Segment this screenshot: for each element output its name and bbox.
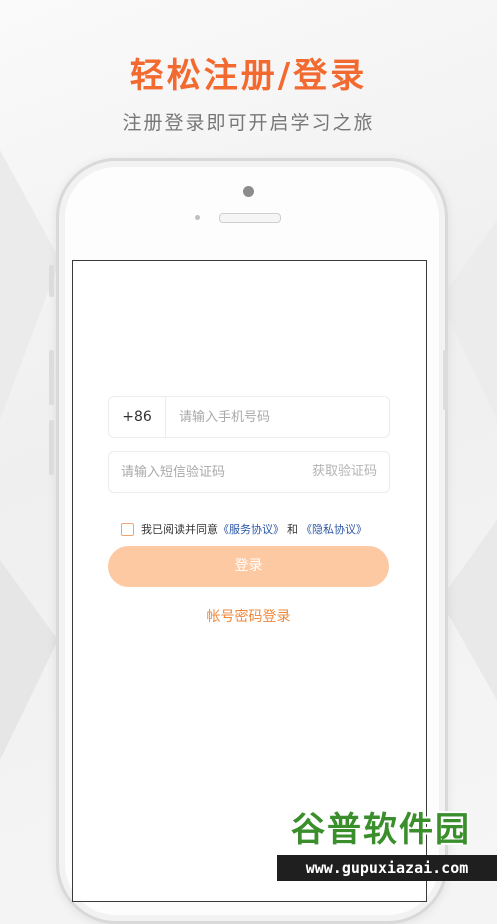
phone-volume-up [49,350,54,405]
get-code-button[interactable]: 获取验证码 [312,452,377,492]
phone-volume-down [49,420,54,475]
phone-power-button [443,350,448,410]
agreement-text: 我已阅读并同意 [141,523,218,536]
watermark-url: www.gupuxiazai.com [277,855,497,881]
phone-number-row: +86 [108,396,395,438]
watermark: 谷普软件园 www.gupuxiazai.com [265,805,497,883]
checkbox-unchecked-icon[interactable] [121,522,134,536]
phone-number-input[interactable] [173,397,395,437]
sms-code-row: 获取验证码 [108,451,390,493]
watermark-name: 谷普软件园 [291,810,471,850]
earpiece-speaker [219,213,281,223]
privacy-agreement-link[interactable]: 《隐私协议》 [301,521,367,537]
sms-code-input[interactable] [115,452,307,492]
service-agreement-link[interactable]: 《服务协议》 [218,521,284,537]
agreement-row: 我已阅读并同意 《服务协议》 和 《隐私协议》 [121,521,367,537]
page-subtitle: 注册登录即可开启学习之旅 [122,112,375,134]
password-login-link[interactable]: 帐号密码登录 [0,606,497,626]
login-button[interactable]: 登录 [108,546,389,587]
page-title: 轻松注册/登录 [129,56,368,96]
phone-side-button [49,265,54,297]
agreement-and: 和 [287,523,298,536]
proximity-sensor [195,215,200,220]
front-camera [243,186,254,197]
country-code[interactable]: +86 [109,397,166,437]
